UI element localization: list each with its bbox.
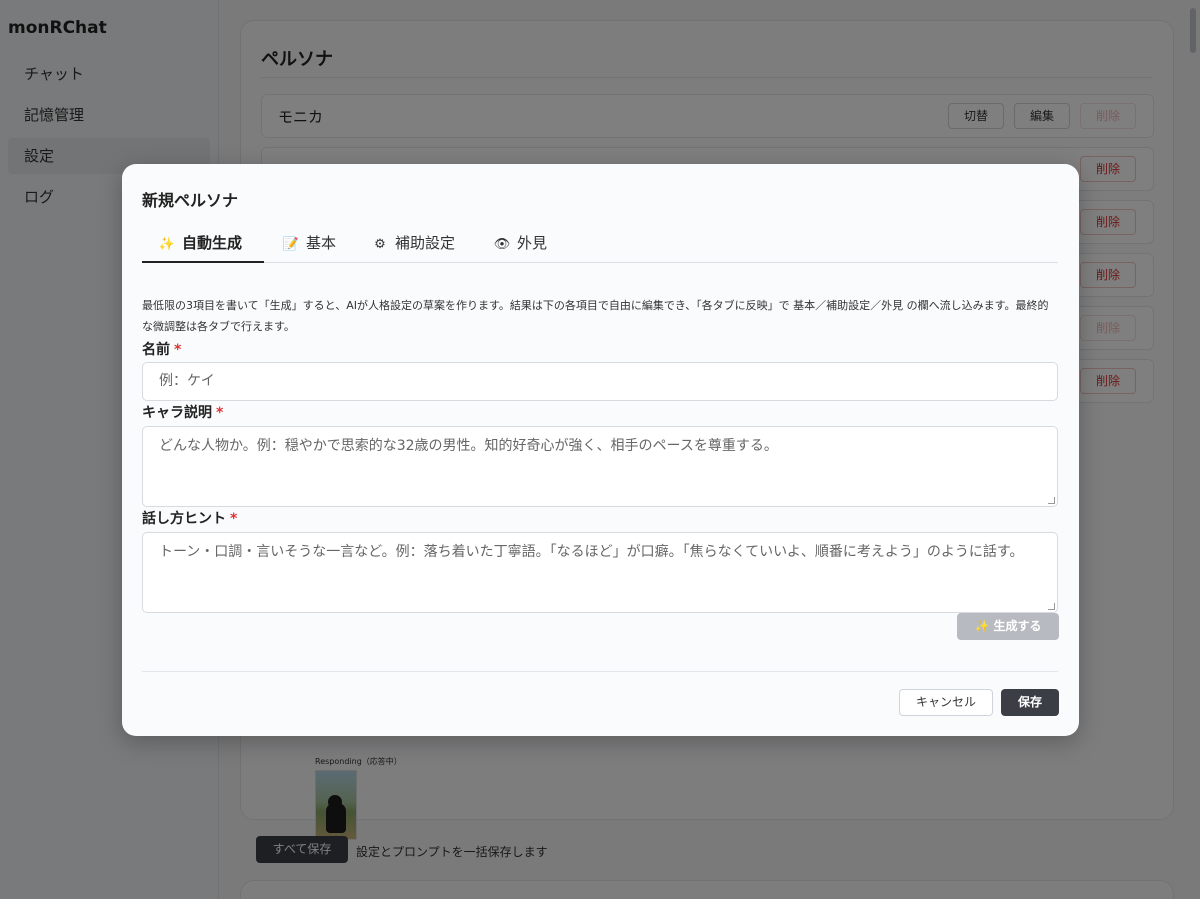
speech-label-text: 話し方ヒント (142, 511, 226, 527)
eye-icon: 👁 (493, 237, 511, 252)
name-input[interactable]: 例：ケイ (142, 362, 1058, 401)
tab-label: 自動生成 (182, 234, 243, 252)
required-mark: * (216, 405, 224, 421)
tab-label: 外見 (517, 234, 548, 252)
required-mark: * (230, 511, 238, 527)
generate-button[interactable]: ✨ 生成する (957, 613, 1059, 640)
speech-textarea[interactable]: トーン・口調・言いそうな一言など。例：落ち着いた丁寧語。「なるほど」が口癖。「焦… (142, 532, 1058, 613)
character-textarea[interactable]: どんな人物か。例：穏やかで思索的な32歳の男性。知的好奇心が強く、相手のペースを… (142, 426, 1058, 507)
character-placeholder: どんな人物か。例：穏やかで思索的な32歳の男性。知的好奇心が強く、相手のペースを… (159, 438, 778, 454)
tab-basic[interactable]: 📝 基本 (282, 224, 336, 263)
required-mark: * (174, 342, 182, 358)
sparkles-icon: ✨ (158, 237, 176, 252)
tab-label: 補助設定 (395, 234, 456, 252)
gear-icon: ⚙ (374, 237, 386, 252)
modal-title: 新規ペルソナ (142, 191, 239, 210)
tab-aux-settings[interactable]: ⚙ 補助設定 (371, 224, 455, 263)
resize-handle[interactable] (1048, 603, 1055, 610)
tab-appearance[interactable]: 👁 外見 (493, 224, 547, 263)
memo-icon: 📝 (282, 237, 300, 252)
name-label-text: 名前 (142, 342, 170, 358)
description-text: 最低限の3項目を書いて「生成」すると、AIが人格設定の草案を作ります。結果は下の… (142, 299, 1049, 333)
tab-bar: ✨ 自動生成 📝 基本 ⚙ 補助設定 👁 外見 (142, 224, 1058, 263)
tab-label: 基本 (306, 234, 337, 252)
name-label: 名前 * (142, 339, 181, 359)
new-persona-modal: 新規ペルソナ ✨ 自動生成 📝 基本 ⚙ 補助設定 👁 外見 最低限の3項目を書いて「生… (122, 164, 1079, 736)
modal-divider (142, 671, 1058, 672)
speech-placeholder: トーン・口調・言いそうな一言など。例：落ち着いた丁寧語。「なるほど」が口癖。「焦… (159, 544, 1024, 560)
character-label-text: キャラ説明 (142, 405, 212, 421)
cancel-button[interactable]: キャンセル (899, 689, 993, 716)
character-label: キャラ説明 * (142, 402, 223, 422)
tab-auto-generate[interactable]: ✨ 自動生成 (142, 224, 264, 263)
speech-label: 話し方ヒント * (142, 508, 237, 528)
save-button[interactable]: 保存 (1001, 689, 1059, 716)
resize-handle[interactable] (1048, 497, 1055, 504)
